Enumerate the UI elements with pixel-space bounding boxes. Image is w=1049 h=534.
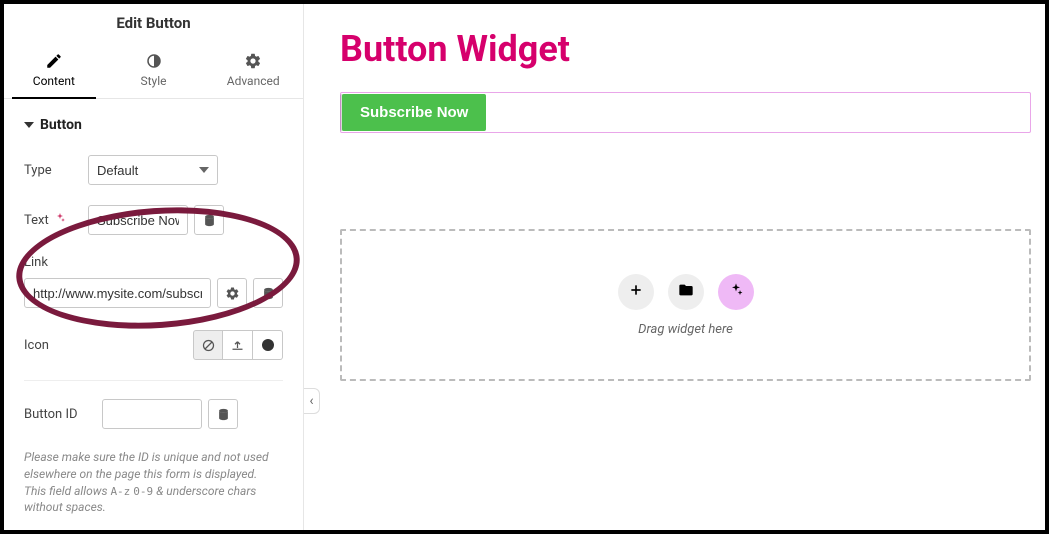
subscribe-button[interactable]: Subscribe Now (342, 94, 486, 131)
drop-zone-actions (618, 274, 754, 310)
tab-advanced[interactable]: Advanced (203, 44, 303, 98)
button-id-input[interactable] (102, 399, 202, 429)
type-label: Type (24, 163, 80, 178)
icon-upload-button[interactable] (223, 330, 253, 360)
widget-selection[interactable]: Subscribe Now (340, 92, 1031, 133)
icon-label: Icon (24, 338, 80, 353)
link-dynamic-button[interactable] (253, 278, 283, 308)
field-type: Type Default (24, 155, 283, 185)
pencil-icon (45, 52, 63, 70)
text-input[interactable] (88, 205, 188, 235)
section-button: Button Type Default Text (4, 99, 303, 526)
icon-library-button[interactable] (253, 330, 283, 360)
section-title: Button (40, 117, 82, 133)
page-title: Button Widget (340, 28, 1031, 70)
link-options-button[interactable] (217, 278, 247, 308)
add-widget-button[interactable] (618, 274, 654, 310)
sidebar-title: Edit Button (4, 4, 303, 44)
tab-style-label: Style (141, 74, 167, 88)
field-link: Link (24, 255, 283, 308)
editor-tabs: Content Style Advanced (4, 44, 303, 99)
link-label: Link (24, 255, 48, 270)
tab-advanced-label: Advanced (227, 74, 280, 88)
ai-generate-button[interactable] (718, 274, 754, 310)
tab-style[interactable]: Style (104, 44, 204, 98)
text-label: Text (24, 212, 80, 228)
add-template-button[interactable] (668, 274, 704, 310)
editor-sidebar: Edit Button Content Style Advanced (4, 4, 304, 530)
caret-down-icon (24, 122, 34, 128)
half-circle-icon (145, 52, 163, 70)
dynamic-tags-button[interactable] (194, 205, 224, 235)
gear-icon (244, 52, 262, 70)
plus-icon (628, 282, 644, 302)
link-input[interactable] (24, 278, 211, 308)
field-icon: Icon (24, 330, 283, 360)
drop-zone-label: Drag widget here (638, 322, 733, 337)
button-id-label: Button ID (24, 407, 94, 422)
divider (24, 380, 283, 381)
button-id-help: Please make sure the ID is unique and no… (24, 449, 283, 516)
section-toggle-button[interactable]: Button (24, 117, 283, 133)
type-select[interactable]: Default (88, 155, 218, 185)
drop-zone[interactable]: Drag widget here (340, 229, 1031, 381)
folder-icon (678, 282, 694, 302)
icon-segmented (193, 330, 283, 360)
sidebar-collapse-toggle[interactable]: ‹ (304, 388, 320, 414)
tab-content-label: Content (33, 74, 75, 88)
field-button-id: Button ID (24, 399, 283, 429)
sparkle-icon (54, 212, 66, 224)
icon-none-button[interactable] (193, 330, 223, 360)
tab-content[interactable]: Content (4, 44, 104, 98)
sparkle-icon (728, 282, 744, 302)
button-id-dynamic[interactable] (208, 399, 238, 429)
field-text: Text (24, 205, 283, 235)
canvas: Button Widget Subscribe Now (304, 4, 1045, 530)
